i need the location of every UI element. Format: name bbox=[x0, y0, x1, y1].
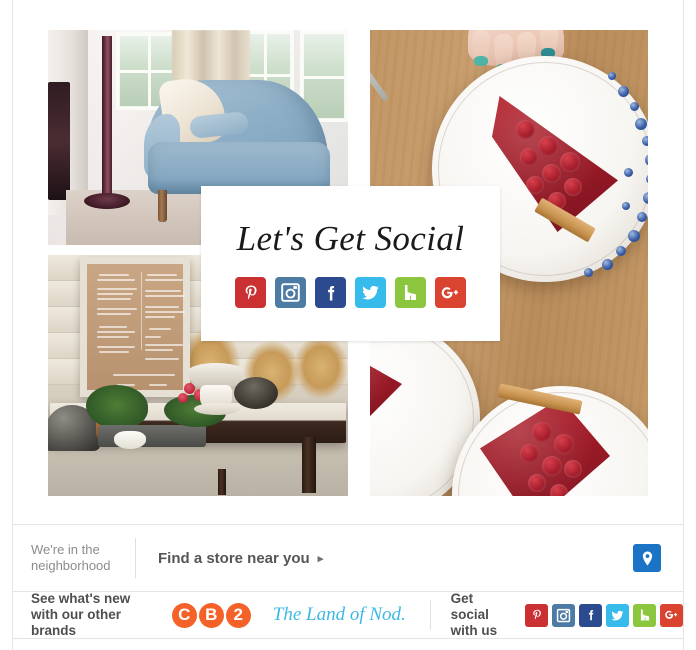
dark-cabinet bbox=[48, 82, 70, 200]
floor-lamp-pole bbox=[102, 36, 112, 196]
facebook-icon[interactable] bbox=[579, 603, 602, 627]
other-brands-line1: See what's new bbox=[31, 591, 131, 606]
greens-plant bbox=[86, 385, 148, 429]
instagram-icon[interactable] bbox=[275, 277, 306, 308]
armchair-leg bbox=[158, 190, 167, 222]
twitter-icon[interactable] bbox=[355, 277, 386, 308]
cb2-letter-b: B bbox=[198, 602, 224, 628]
pinterest-icon[interactable] bbox=[525, 603, 548, 627]
social-icon-row bbox=[235, 277, 466, 308]
cb2-letter-2: 2 bbox=[225, 602, 251, 628]
chalkboard-menu bbox=[80, 257, 190, 397]
pinterest-icon[interactable] bbox=[235, 277, 266, 308]
map-pin-button[interactable] bbox=[633, 544, 661, 572]
neighborhood-label-line2: neighborhood bbox=[31, 558, 111, 573]
neighborhood-label-line1: We're in the bbox=[31, 542, 100, 557]
find-a-store-label: Find a store near you bbox=[158, 549, 310, 567]
fork bbox=[370, 44, 389, 102]
window-mullion bbox=[300, 76, 348, 79]
other-brands-label: See what's new with our other brands bbox=[31, 591, 156, 639]
brands-bar: See what's new with our other brands C B… bbox=[13, 591, 683, 639]
footer-social-icon-row bbox=[525, 603, 683, 627]
chevron-right-icon: ▸ bbox=[317, 552, 324, 565]
houzz-icon[interactable] bbox=[633, 603, 656, 627]
googleplus-icon[interactable] bbox=[435, 277, 466, 308]
table-leg bbox=[218, 469, 226, 495]
menu-column-divider bbox=[141, 272, 142, 350]
social-card-title: Let's Get Social bbox=[236, 219, 465, 258]
cb2-logo[interactable]: C B 2 bbox=[171, 602, 251, 628]
other-brands-line2: with our other brands bbox=[31, 607, 121, 638]
facebook-icon[interactable] bbox=[315, 277, 346, 308]
radish bbox=[178, 393, 188, 403]
get-social-line1: Get social bbox=[450, 591, 489, 622]
bottom-rule bbox=[13, 638, 683, 639]
cb2-letter-c: C bbox=[171, 602, 197, 628]
googleplus-icon[interactable] bbox=[660, 603, 683, 627]
table-leg bbox=[302, 437, 316, 493]
store-locator-bar: We're in the neighborhood Find a store n… bbox=[13, 524, 683, 592]
map-pin-icon bbox=[642, 551, 652, 565]
land-of-nod-logo[interactable]: The Land of Nod. bbox=[273, 604, 406, 626]
twitter-icon[interactable] bbox=[606, 603, 629, 627]
get-social-line2: with us bbox=[450, 623, 498, 638]
dark-bowl bbox=[234, 377, 278, 409]
neighborhood-label: We're in the neighborhood bbox=[31, 542, 123, 574]
get-social-label: Get social with us bbox=[451, 591, 513, 639]
vertical-divider bbox=[429, 600, 431, 630]
lets-get-social-card: Let's Get Social bbox=[201, 186, 500, 341]
page-root: Let's Get Social We're in the neighborho… bbox=[0, 0, 696, 650]
vertical-divider bbox=[135, 538, 136, 578]
find-a-store-link[interactable]: Find a store near you ▸ bbox=[158, 550, 323, 567]
instagram-icon[interactable] bbox=[552, 603, 575, 627]
wheat-bundle bbox=[294, 335, 348, 399]
nail-polish-teal bbox=[474, 56, 488, 66]
houzz-icon[interactable] bbox=[395, 277, 426, 308]
small-white-bowl bbox=[114, 431, 146, 449]
saucer bbox=[194, 403, 240, 415]
chalkboard-inner bbox=[93, 270, 185, 386]
floor-lamp-base bbox=[84, 193, 130, 209]
